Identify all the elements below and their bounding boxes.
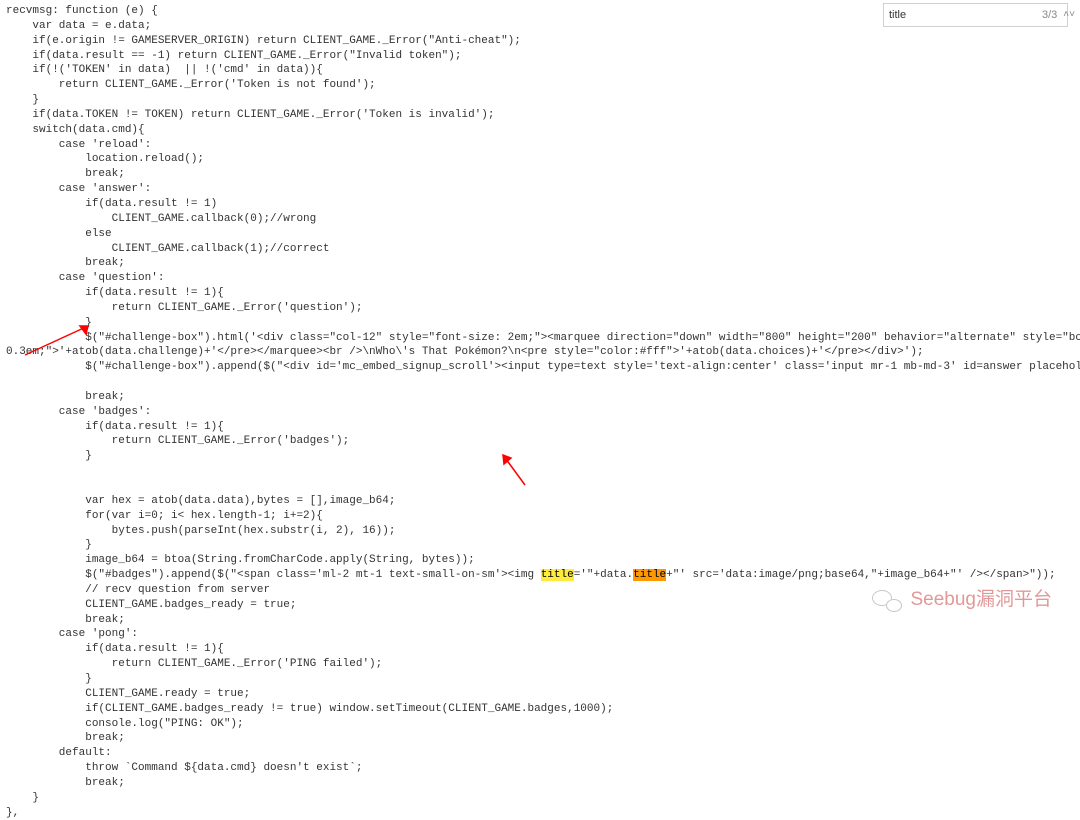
wechat-icon xyxy=(872,588,902,612)
find-next-button[interactable]: ˅ xyxy=(1069,8,1075,22)
code-view: recvmsg: function (e) { var data = e.dat… xyxy=(0,0,1080,820)
find-count: 3/3 xyxy=(1036,8,1063,23)
watermark: Seebug漏洞平台 xyxy=(872,587,1052,613)
find-input[interactable] xyxy=(884,9,1036,21)
watermark-text: Seebug漏洞平台 xyxy=(910,587,1052,613)
find-bar: 3/3 ˄ ˅ xyxy=(883,3,1068,27)
